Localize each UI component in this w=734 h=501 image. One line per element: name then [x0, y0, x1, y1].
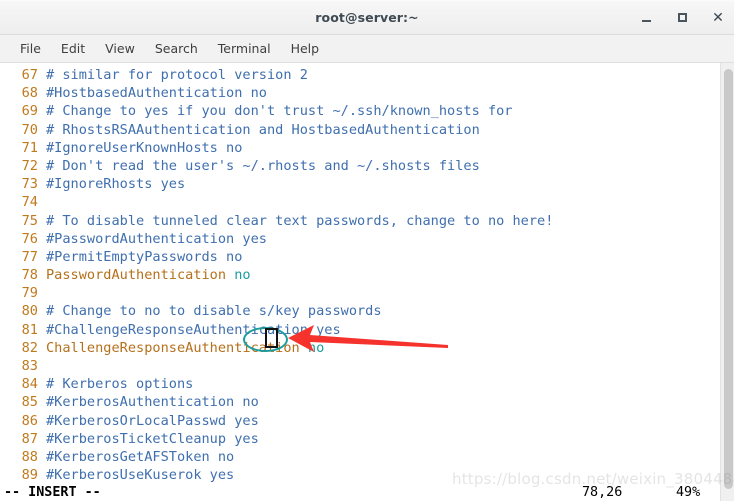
code-token-comment: # Kerberos options: [46, 376, 194, 393]
code-token-comment: # similar for protocol version 2: [46, 67, 308, 83]
window-controls: ✕: [638, 1, 726, 34]
code-token-comment: #PasswordAuthentication yes: [46, 230, 267, 247]
line-number: 68: [21, 85, 38, 102]
minimize-button[interactable]: [638, 10, 654, 26]
menubar: File Edit View Search Terminal Help: [0, 35, 734, 63]
terminal-body: 67 # similar for protocol version 2 68 #Hos…: [0, 63, 734, 501]
editor-line[interactable]: 72 # Don't read the user's ~/.rhosts and …: [0, 157, 720, 175]
code-token-comment: #PermitEmptyPasswords no: [46, 248, 243, 265]
code-token-comment: #IgnoreRhosts yes: [46, 176, 186, 193]
maximize-icon: [677, 13, 687, 22]
line-number: 83: [21, 358, 38, 374]
editor-line[interactable]: 70 # RhostsRSAAuthentication and Hostbase…: [0, 121, 720, 139]
line-number: 80: [21, 303, 38, 320]
editor-line[interactable]: 86 #KerberosOrLocalPasswd yes: [0, 412, 720, 430]
close-icon: ✕: [712, 9, 724, 26]
code-token-comment: #KerberosOrLocalPasswd yes: [46, 412, 259, 429]
menu-item-help[interactable]: Help: [281, 38, 330, 59]
window-title: root@server:~: [315, 10, 419, 25]
vim-editor-pane[interactable]: 67 # similar for protocol version 2 68 #Hos…: [0, 63, 720, 501]
editor-line[interactable]: 73 #IgnoreRhosts yes: [0, 175, 720, 193]
line-number: 73: [21, 176, 38, 193]
vim-mode-indicator: -- INSERT --: [4, 485, 101, 500]
terminal-window: root@server:~ ✕ File Edit View Search Te…: [0, 0, 734, 501]
code-token-comment: #ChallengeResponseAuthentication yes: [46, 321, 341, 338]
line-number: 88: [21, 448, 38, 465]
line-number: 82: [21, 339, 38, 356]
window-titlebar[interactable]: root@server:~ ✕: [0, 0, 734, 35]
line-number: 84: [21, 376, 38, 393]
menu-item-terminal[interactable]: Terminal: [208, 38, 281, 59]
scrollbar-thumb[interactable]: [724, 69, 733, 489]
code-token-value: no: [307, 339, 325, 356]
code-token-comment: # Change to yes if you don't trust ~/.ss…: [46, 103, 513, 120]
line-number: 87: [21, 430, 38, 447]
editor-line[interactable]: 67 # similar for protocol version 2: [0, 66, 720, 84]
code-token-comment: #KerberosUseKuserok yes: [46, 467, 235, 484]
line-number: 71: [21, 139, 38, 156]
code-token-comment: # Change to no to disable s/key password…: [46, 303, 382, 320]
editor-line[interactable]: 87 #KerberosTicketCleanup yes: [0, 430, 720, 448]
editor-line[interactable]: 80 # Change to no to disable s/key passwo…: [0, 302, 720, 320]
code-token-comment: #KerberosAuthentication no: [46, 394, 259, 411]
code-token-comment: # Don't read the user's ~/.rhosts and ~/…: [46, 157, 480, 174]
line-number: 86: [21, 412, 38, 429]
editor-line[interactable]: 71 #IgnoreUserKnownHosts no: [0, 139, 720, 157]
editor-line[interactable]: 83: [0, 357, 720, 375]
editor-line[interactable]: 77 #PermitEmptyPasswords no: [0, 248, 720, 266]
vertical-scrollbar[interactable]: [720, 63, 734, 501]
menu-item-edit[interactable]: Edit: [51, 38, 95, 59]
editor-line[interactable]: 79: [0, 284, 720, 302]
editor-line[interactable]: 74: [0, 193, 720, 211]
code-token-comment: # RhostsRSAAuthentication and HostbasedA…: [46, 121, 480, 138]
line-number: 72: [21, 157, 38, 174]
menu-item-view[interactable]: View: [95, 38, 145, 59]
line-number: 76: [21, 230, 38, 247]
editor-line[interactable]: 82 ChallengeResponseAuthentication no: [0, 339, 720, 357]
code-token-comment: #IgnoreUserKnownHosts no: [46, 139, 243, 156]
line-number: 78: [21, 267, 38, 284]
editor-line[interactable]: 78 PasswordAuthentication no: [0, 266, 720, 284]
menu-item-search[interactable]: Search: [145, 38, 208, 59]
line-number: 79: [21, 285, 38, 302]
editor-line[interactable]: 69 # Change to yes if you don't trust ~/.…: [0, 102, 720, 120]
maximize-button[interactable]: [674, 10, 690, 26]
editor-line[interactable]: 84 # Kerberos options: [0, 375, 720, 393]
line-number: 67: [21, 67, 38, 83]
editor-line[interactable]: 89 #KerberosUseKuserok yes: [0, 466, 720, 484]
code-token-comment: #KerberosTicketCleanup yes: [46, 430, 259, 447]
scroll-percentage: 49%: [676, 485, 701, 500]
editor-line[interactable]: 81 #ChallengeResponseAuthentication yes: [0, 321, 720, 339]
line-number: 89: [21, 467, 38, 484]
line-number: 81: [21, 321, 38, 338]
code-token-keyword: PasswordAuthentication: [46, 267, 235, 284]
cursor-position: 78,26: [582, 485, 623, 500]
line-number: 75: [21, 212, 38, 229]
line-number: 77: [21, 248, 38, 265]
editor-line[interactable]: 85 #KerberosAuthentication no: [0, 393, 720, 411]
code-token-keyword: ChallengeResponseAuthentication: [46, 339, 308, 356]
code-token-comment: # To disable tunneled clear text passwor…: [46, 212, 554, 229]
editor-line[interactable]: 88 #KerberosGetAFSToken no: [0, 448, 720, 466]
editor-line[interactable]: 76 #PasswordAuthentication yes: [0, 230, 720, 248]
code-token-comment: #KerberosGetAFSToken no: [46, 448, 235, 465]
close-button[interactable]: ✕: [710, 10, 726, 26]
code-token-comment: #HostbasedAuthentication no: [46, 85, 267, 102]
menu-item-file[interactable]: File: [10, 38, 51, 59]
minimize-icon: [641, 19, 651, 22]
code-token-value: no: [234, 267, 251, 284]
editor-line[interactable]: 75 # To disable tunneled clear text passw…: [0, 212, 720, 230]
editor-line[interactable]: 68 #HostbasedAuthentication no: [0, 84, 720, 102]
vim-status-line: -- INSERT -- 78,26 49%: [0, 484, 720, 501]
line-number: 74: [21, 194, 38, 211]
line-number: 69: [21, 103, 38, 120]
line-number: 85: [21, 394, 38, 411]
line-number: 70: [21, 121, 38, 138]
